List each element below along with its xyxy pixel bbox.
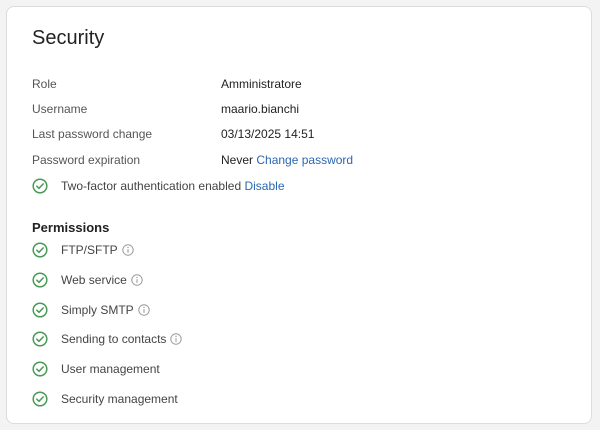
permission-label: Security management [61,392,178,406]
last-password-change-label: Last password change [32,127,153,141]
permission-item-simply-smtp: Simply SMTP [32,301,150,319]
two-factor-row: Two-factor authentication enabled Disabl… [32,177,285,195]
check-circle-icon [32,302,48,318]
change-password-link[interactable]: Change password [256,153,353,167]
last-password-change-value: 03/13/2025 14:51 [221,127,315,141]
permission-label: Sending to contacts [61,332,167,346]
permission-item-user-management: User management [32,360,160,378]
page-title: Security [32,27,105,49]
check-circle-icon [32,178,48,194]
check-circle-icon [32,272,48,288]
check-circle-icon [32,391,48,407]
username-value: maario.bianchi [221,102,300,116]
permission-label: Web service [61,273,127,287]
username-label: Username [32,102,88,116]
info-icon[interactable] [137,304,150,316]
permission-label: User management [61,362,160,376]
check-circle-icon [32,361,48,377]
info-icon[interactable] [131,274,143,286]
role-value: Amministratore [221,77,302,91]
permission-item-sending-to-contacts: Sending to contacts [32,330,183,348]
password-expiration-text: Never [221,153,254,167]
permission-label: FTP/SFTP [61,243,118,257]
security-card: Security Role Amministratore Username ma… [6,6,592,424]
two-factor-text: Two-factor authentication enabled [61,179,242,193]
role-label: Role [32,77,57,91]
permission-label: Simply SMTP [61,303,134,317]
info-icon[interactable] [121,244,134,256]
check-circle-icon [32,331,48,347]
permission-item-ftp-sftp: FTP/SFTP [32,241,134,259]
permission-item-web-service: Web service [32,271,143,289]
permissions-title: Permissions [32,220,110,235]
password-expiration-label: Password expiration [32,153,141,167]
disable-two-factor-link[interactable]: Disable [244,179,284,193]
info-icon[interactable] [170,333,183,345]
password-expiration-value: Never Change password [221,152,353,168]
check-circle-icon [32,242,48,258]
permission-item-security-management: Security management [32,390,178,408]
